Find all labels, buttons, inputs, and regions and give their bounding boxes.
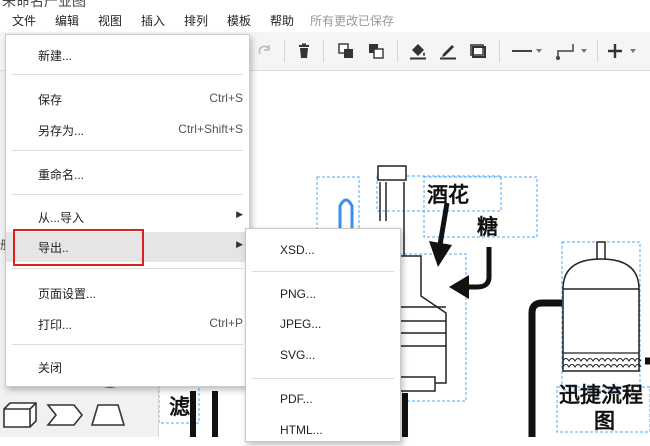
menu-template[interactable]: 模板 bbox=[227, 12, 251, 29]
export-jpeg[interactable]: JPEG... bbox=[246, 310, 400, 340]
menu-item-import-from[interactable]: 从...导入 ▶ bbox=[6, 202, 249, 232]
menu-item-page-setup[interactable]: 页面设置... bbox=[6, 278, 249, 308]
label-sugar[interactable]: 糖 bbox=[477, 211, 498, 241]
menu-separator bbox=[252, 271, 394, 272]
label-title-line2[interactable]: 图 bbox=[594, 405, 615, 435]
submenu-arrow-icon: ▶ bbox=[236, 209, 243, 219]
menu-item-rename[interactable]: 重命名... bbox=[6, 159, 249, 189]
toolbar-divider bbox=[323, 40, 324, 62]
menu-item-save[interactable]: 保存 Ctrl+S bbox=[6, 84, 249, 114]
export-html-label: HTML... bbox=[280, 423, 323, 437]
menu-edit[interactable]: 编辑 bbox=[55, 12, 79, 29]
menu-item-new-label: 新建... bbox=[38, 49, 73, 63]
menu-item-rename-label: 重命名... bbox=[38, 168, 85, 182]
export-submenu: XSD... PNG... JPEG... SVG... PDF... HTML… bbox=[245, 228, 401, 442]
export-pdf[interactable]: PDF... bbox=[246, 385, 400, 415]
to-back-icon[interactable] bbox=[363, 38, 389, 64]
line-style-icon[interactable] bbox=[510, 38, 544, 64]
toolbar-divider bbox=[597, 40, 598, 62]
export-xsd-label: XSD... bbox=[280, 243, 315, 257]
menu-insert[interactable]: 插入 bbox=[141, 12, 165, 29]
highlight-box bbox=[13, 229, 144, 266]
menu-separator bbox=[12, 194, 243, 195]
menu-separator bbox=[12, 344, 243, 345]
toolbar-divider bbox=[499, 40, 500, 62]
menu-separator bbox=[12, 150, 243, 151]
redo-icon[interactable] bbox=[252, 38, 278, 64]
menu-separator bbox=[252, 378, 394, 379]
fill-color-icon[interactable] bbox=[405, 38, 431, 64]
menu-item-new[interactable]: 新建... bbox=[6, 40, 249, 70]
trapezoid-shape[interactable] bbox=[90, 403, 126, 427]
title-bar: 未命名产业图 bbox=[0, 0, 650, 8]
line-color-icon[interactable] bbox=[435, 38, 461, 64]
menu-item-import-label: 从...导入 bbox=[38, 211, 85, 225]
insert-plus-icon[interactable] bbox=[607, 38, 641, 64]
shadow-icon[interactable] bbox=[465, 38, 491, 64]
menu-item-print-label: 打印... bbox=[38, 318, 73, 332]
toolbar-divider bbox=[284, 40, 285, 62]
delete-icon[interactable] bbox=[291, 38, 317, 64]
menu-arrange[interactable]: 排列 bbox=[184, 12, 208, 29]
menu-item-save-as-label: 另存为... bbox=[38, 124, 85, 138]
menu-item-page-setup-label: 页面设置... bbox=[38, 287, 97, 301]
save-shortcut: Ctrl+S bbox=[209, 91, 243, 105]
menu-separator bbox=[12, 74, 243, 75]
menu-separator bbox=[12, 268, 243, 269]
export-png-label: PNG... bbox=[280, 287, 317, 301]
to-front-icon[interactable] bbox=[333, 38, 359, 64]
toolbar-divider bbox=[397, 40, 398, 62]
menu-file[interactable]: 文件 bbox=[12, 12, 36, 29]
export-pdf-label: PDF... bbox=[280, 392, 313, 406]
menu-item-close[interactable]: 关闭 bbox=[6, 352, 249, 382]
print-shortcut: Ctrl+P bbox=[209, 316, 243, 330]
connector-style-icon[interactable] bbox=[555, 38, 589, 64]
window-title: 未命名产业图 bbox=[2, 0, 86, 8]
menu-item-save-as[interactable]: 另存为... Ctrl+Shift+S bbox=[6, 115, 249, 145]
menu-item-save-label: 保存 bbox=[38, 93, 63, 107]
export-svg[interactable]: SVG... bbox=[246, 341, 400, 371]
export-xsd[interactable]: XSD... bbox=[246, 236, 400, 266]
file-menu: 新建... 保存 Ctrl+S 另存为... Ctrl+Shift+S 重命名.… bbox=[5, 34, 250, 387]
submenu-arrow-icon: ▶ bbox=[236, 239, 243, 249]
save-as-shortcut: Ctrl+Shift+S bbox=[178, 122, 243, 136]
step-shape[interactable] bbox=[46, 403, 84, 427]
export-svg-label: SVG... bbox=[280, 348, 316, 362]
export-jpeg-label: JPEG... bbox=[280, 317, 322, 331]
label-hops[interactable]: 酒花 bbox=[427, 179, 469, 209]
label-filter[interactable]: 滤 bbox=[169, 391, 190, 421]
menu-help[interactable]: 帮助 bbox=[270, 12, 294, 29]
menu-item-close-label: 关闭 bbox=[38, 361, 63, 375]
save-status: 所有更改已保存 bbox=[310, 14, 395, 28]
menu-item-print[interactable]: 打印... Ctrl+P bbox=[6, 309, 249, 339]
menu-view[interactable]: 视图 bbox=[98, 12, 122, 29]
menu-bar: 文件 编辑 视图 插入 排列 模板 帮助 所有更改已保存 bbox=[0, 8, 650, 32]
export-html[interactable]: HTML... bbox=[246, 416, 400, 446]
cube-shape[interactable] bbox=[2, 401, 40, 429]
export-png[interactable]: PNG... bbox=[246, 280, 400, 310]
